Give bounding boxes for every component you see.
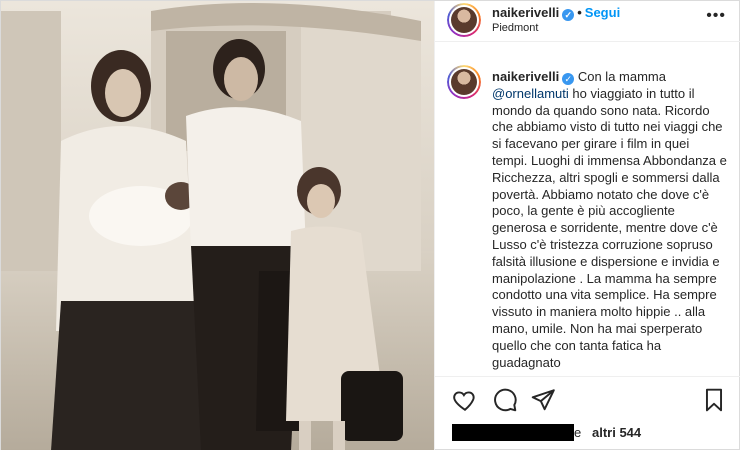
likes-line: e altri 544 <box>452 424 740 442</box>
redacted-bar <box>452 424 574 441</box>
caption-section: naikerivelli ✓ Con la mamma @ornellamuti … <box>435 57 740 373</box>
action-bar <box>435 376 740 424</box>
caption-avatar[interactable] <box>447 65 481 99</box>
author-username[interactable]: naikerivelli <box>492 5 559 20</box>
post-location[interactable]: Piedmont <box>492 22 538 34</box>
likes-count-link[interactable]: altri 544 <box>592 425 641 440</box>
avatar-picture <box>451 69 477 95</box>
likes-connector: e <box>574 425 582 440</box>
more-options-icon[interactable]: ••• <box>706 7 726 25</box>
verified-badge-icon: ✓ <box>562 73 575 85</box>
heart-icon[interactable] <box>452 387 478 413</box>
post-header: naikerivelli ✓ • Segui Piedmont ••• <box>435 1 740 42</box>
caption-text: naikerivelli ✓ Con la mamma @ornellamuti … <box>492 69 728 371</box>
bookmark-icon[interactable] <box>701 387 727 413</box>
author-line: naikerivelli ✓ • Segui <box>492 5 620 21</box>
follow-button[interactable]: Segui <box>585 5 620 20</box>
caption-username[interactable]: naikerivelli <box>492 69 559 84</box>
family-photo-image <box>1 1 434 450</box>
caption-body: ho viaggiato in tutto il mondo da quando… <box>492 85 727 370</box>
paper-plane-icon[interactable] <box>530 387 556 413</box>
avatar-picture <box>451 7 477 33</box>
separator-dot: • <box>577 5 582 20</box>
post-sidebar: naikerivelli ✓ • Segui Piedmont ••• naikeri… <box>434 1 740 450</box>
post-photo[interactable] <box>1 1 434 450</box>
caption-intro: Con la mamma <box>577 69 666 84</box>
verified-badge-icon: ✓ <box>562 9 575 21</box>
comment-icon[interactable] <box>492 387 518 413</box>
caption-mention-link[interactable]: @ornellamuti <box>492 86 569 101</box>
instagram-post: naikerivelli ✓ • Segui Piedmont ••• naikeri… <box>0 0 740 450</box>
author-avatar[interactable] <box>447 3 481 37</box>
